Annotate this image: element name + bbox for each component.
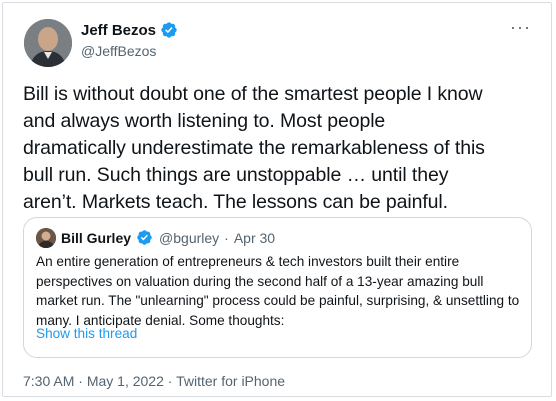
author-name-row: Jeff Bezos xyxy=(81,21,178,39)
tweet-text-line: and always worth listening to. Most peop… xyxy=(23,110,386,132)
author-handle[interactable]: @JeffBezos xyxy=(81,43,156,59)
author-avatar-image xyxy=(24,19,72,67)
quoted-author-handle[interactable]: @bgurley xyxy=(159,230,219,246)
quoted-separator: · xyxy=(224,230,229,246)
author-name[interactable]: Jeff Bezos xyxy=(81,22,156,39)
tweet-source[interactable]: Twitter for iPhone xyxy=(176,373,285,389)
quoted-text-line: market run. The "unlearning" process cou… xyxy=(36,293,520,308)
more-options-icon[interactable]: ··· xyxy=(510,17,531,38)
tweet-footer: 7:30 AM · May 1, 2022 · Twitter for iPho… xyxy=(23,373,285,389)
quoted-author-avatar[interactable] xyxy=(36,228,56,248)
quoted-tweet[interactable]: Bill Gurley @bgurley · Apr 30 An entire … xyxy=(23,217,532,358)
footer-separator: · xyxy=(167,373,173,389)
quoted-text-line: An entire generation of entrepreneurs & … xyxy=(36,254,460,269)
quoted-tweet-header: Bill Gurley @bgurley · Apr 30 xyxy=(36,228,275,248)
footer-separator: · xyxy=(78,373,83,389)
tweet-date[interactable]: May 1, 2022 xyxy=(87,373,164,389)
tweet-time[interactable]: 7:30 AM xyxy=(23,373,74,389)
tweet-text-line: bull run. Such things are unstoppable … … xyxy=(23,164,449,186)
verified-badge-icon xyxy=(160,21,178,39)
tweet-text-line: Bill is without doubt one of the smartes… xyxy=(23,83,483,105)
show-thread-link[interactable]: Show this thread xyxy=(36,326,137,341)
tweet-text-line: aren’t. Markets teach. The lessons can b… xyxy=(23,191,448,213)
tweet-text: Bill is without doubt one of the smartes… xyxy=(23,81,543,216)
quoted-text-line: perspectives on valuation during the sec… xyxy=(36,273,484,289)
quoted-date[interactable]: Apr 30 xyxy=(234,230,275,246)
author-avatar[interactable] xyxy=(24,19,72,67)
tweet-card: Jeff Bezos @JeffBezos ··· Bill is withou… xyxy=(2,2,552,397)
quoted-verified-badge-icon xyxy=(136,229,154,247)
quoted-author-avatar-image xyxy=(36,228,56,248)
quoted-author-name[interactable]: Bill Gurley xyxy=(61,230,131,246)
tweet-text-line: dramatically underestimate the remarkabl… xyxy=(23,137,485,159)
quoted-tweet-text: An entire generation of entrepreneurs & … xyxy=(36,252,526,330)
